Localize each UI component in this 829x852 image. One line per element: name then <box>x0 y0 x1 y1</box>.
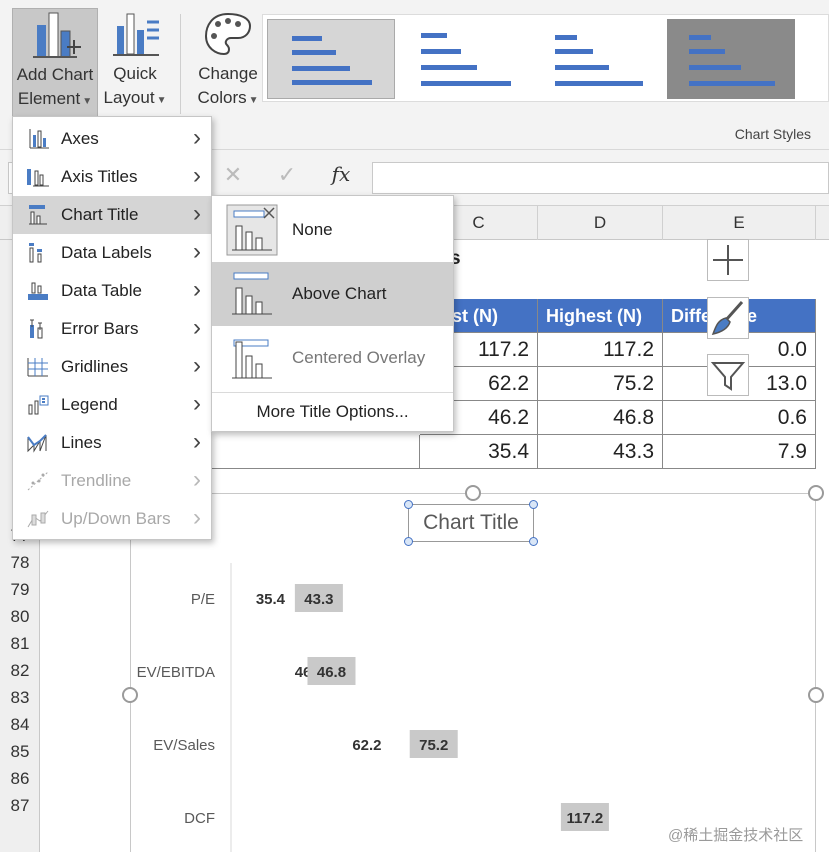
data-labels-icon <box>29 243 42 263</box>
chart-title-handle[interactable] <box>529 537 538 546</box>
chevron-right-icon: › <box>193 428 201 455</box>
menu-item-chart-title[interactable]: Chart Title › <box>13 196 211 234</box>
trendline-icon <box>27 471 49 491</box>
filter-icon <box>710 362 746 391</box>
chart-filters-button[interactable] <box>707 354 749 396</box>
menu-item-label: Chart Title <box>61 205 139 224</box>
chart-title-handle[interactable] <box>529 500 538 509</box>
chevron-right-icon: › <box>193 276 201 303</box>
chevron-right-icon: › <box>193 200 201 227</box>
lines-icon <box>27 434 47 453</box>
menu-item-data-table[interactable]: Data Table › <box>13 272 211 310</box>
menu-item-axis-titles[interactable]: Axis Titles › <box>13 158 211 196</box>
chevron-right-icon: › <box>193 352 201 379</box>
menu-item-trendline: Trendline › <box>13 462 211 500</box>
menu-item-label: Data Labels <box>61 243 152 262</box>
chevron-right-icon: › <box>193 466 201 493</box>
menu-item-label: Axes <box>61 129 99 148</box>
menu-item-legend[interactable]: Legend › <box>13 386 211 424</box>
data-label-high: 75.2 <box>419 737 448 754</box>
chevron-right-icon: › <box>193 162 201 189</box>
data-label-high: 46.8 <box>317 664 346 681</box>
submenu-item-none[interactable]: None <box>212 198 453 262</box>
chart-title-handle[interactable] <box>404 537 413 546</box>
axis-titles-icon <box>27 169 49 187</box>
chevron-right-icon: › <box>193 314 201 341</box>
menu-item-label: Error Bars <box>61 319 139 338</box>
menu-item-lines[interactable]: Lines › <box>13 424 211 462</box>
legend-icon <box>28 395 49 415</box>
menu-item-label: Data Table <box>61 281 142 300</box>
data-label-low: 62.2 <box>352 737 381 754</box>
chart-title-icon <box>29 205 47 225</box>
chart-title-handle[interactable] <box>404 500 413 509</box>
chart-title-none-icon <box>226 204 278 256</box>
menu-item-error-bars[interactable]: Error Bars › <box>13 310 211 348</box>
menu-item-label: Trendline <box>61 471 132 490</box>
resize-handle[interactable] <box>122 687 138 703</box>
submenu-item-label: None <box>292 220 333 239</box>
data-label-high: 117.2 <box>567 810 604 827</box>
menu-item-label: Axis Titles <box>61 167 138 186</box>
chart-title-above-icon <box>232 272 272 315</box>
chart-title-overlay-icon <box>232 339 272 379</box>
menu-item-data-labels[interactable]: Data Labels › <box>13 234 211 272</box>
submenu-item-label: Above Chart <box>292 284 387 303</box>
axes-icon <box>29 129 49 149</box>
data-label-low: 35.4 <box>256 591 286 608</box>
plus-icon <box>713 245 743 275</box>
chevron-right-icon: › <box>193 124 201 151</box>
chevron-right-icon: › <box>193 238 201 265</box>
menu-item-axes[interactable]: Axes › <box>13 120 211 158</box>
category-label: EV/EBITDA <box>137 664 215 681</box>
brush-icon <box>711 301 744 336</box>
gridlines-icon <box>27 358 48 377</box>
data-table-icon <box>28 282 48 300</box>
resize-handle[interactable] <box>808 687 824 703</box>
menu-item-label: Up/Down Bars <box>61 509 171 528</box>
submenu-item-above-chart[interactable]: Above Chart <box>212 262 453 326</box>
category-label: P/E <box>191 591 215 608</box>
menu-item-gridlines[interactable]: Gridlines › <box>13 348 211 386</box>
error-bars-icon <box>30 319 43 339</box>
category-label: EV/Sales <box>153 737 215 754</box>
resize-handle[interactable] <box>808 485 824 501</box>
menu-item-label: Legend <box>61 395 118 414</box>
menu-item-label: Gridlines <box>61 357 129 376</box>
chart-title-submenu: None Above Chart Centered Overlay More T… <box>211 195 454 432</box>
category-label: DCF <box>184 810 215 827</box>
chart-elements-button[interactable] <box>707 239 749 281</box>
menu-item-up-down-bars: Up/Down Bars › <box>13 500 211 538</box>
menu-item-label: Lines <box>61 433 102 452</box>
chart-styles-button[interactable] <box>707 297 749 339</box>
submenu-item-centered-overlay[interactable]: Centered Overlay <box>212 326 453 390</box>
more-title-options-link[interactable]: More Title Options... <box>212 392 453 430</box>
up-down-bars-icon <box>27 510 49 528</box>
submenu-item-label: Centered Overlay <box>292 348 426 367</box>
chart-title[interactable]: Chart Title <box>408 504 534 542</box>
resize-handle[interactable] <box>465 485 481 501</box>
watermark: @稀土掘金技术社区 <box>668 827 804 844</box>
chevron-right-icon: › <box>193 390 201 417</box>
add-chart-element-menu: Axes › Axis Titles › Chart Title › Data … <box>12 116 212 540</box>
chevron-right-icon: › <box>193 504 201 531</box>
data-label-high: 43.3 <box>304 591 333 608</box>
